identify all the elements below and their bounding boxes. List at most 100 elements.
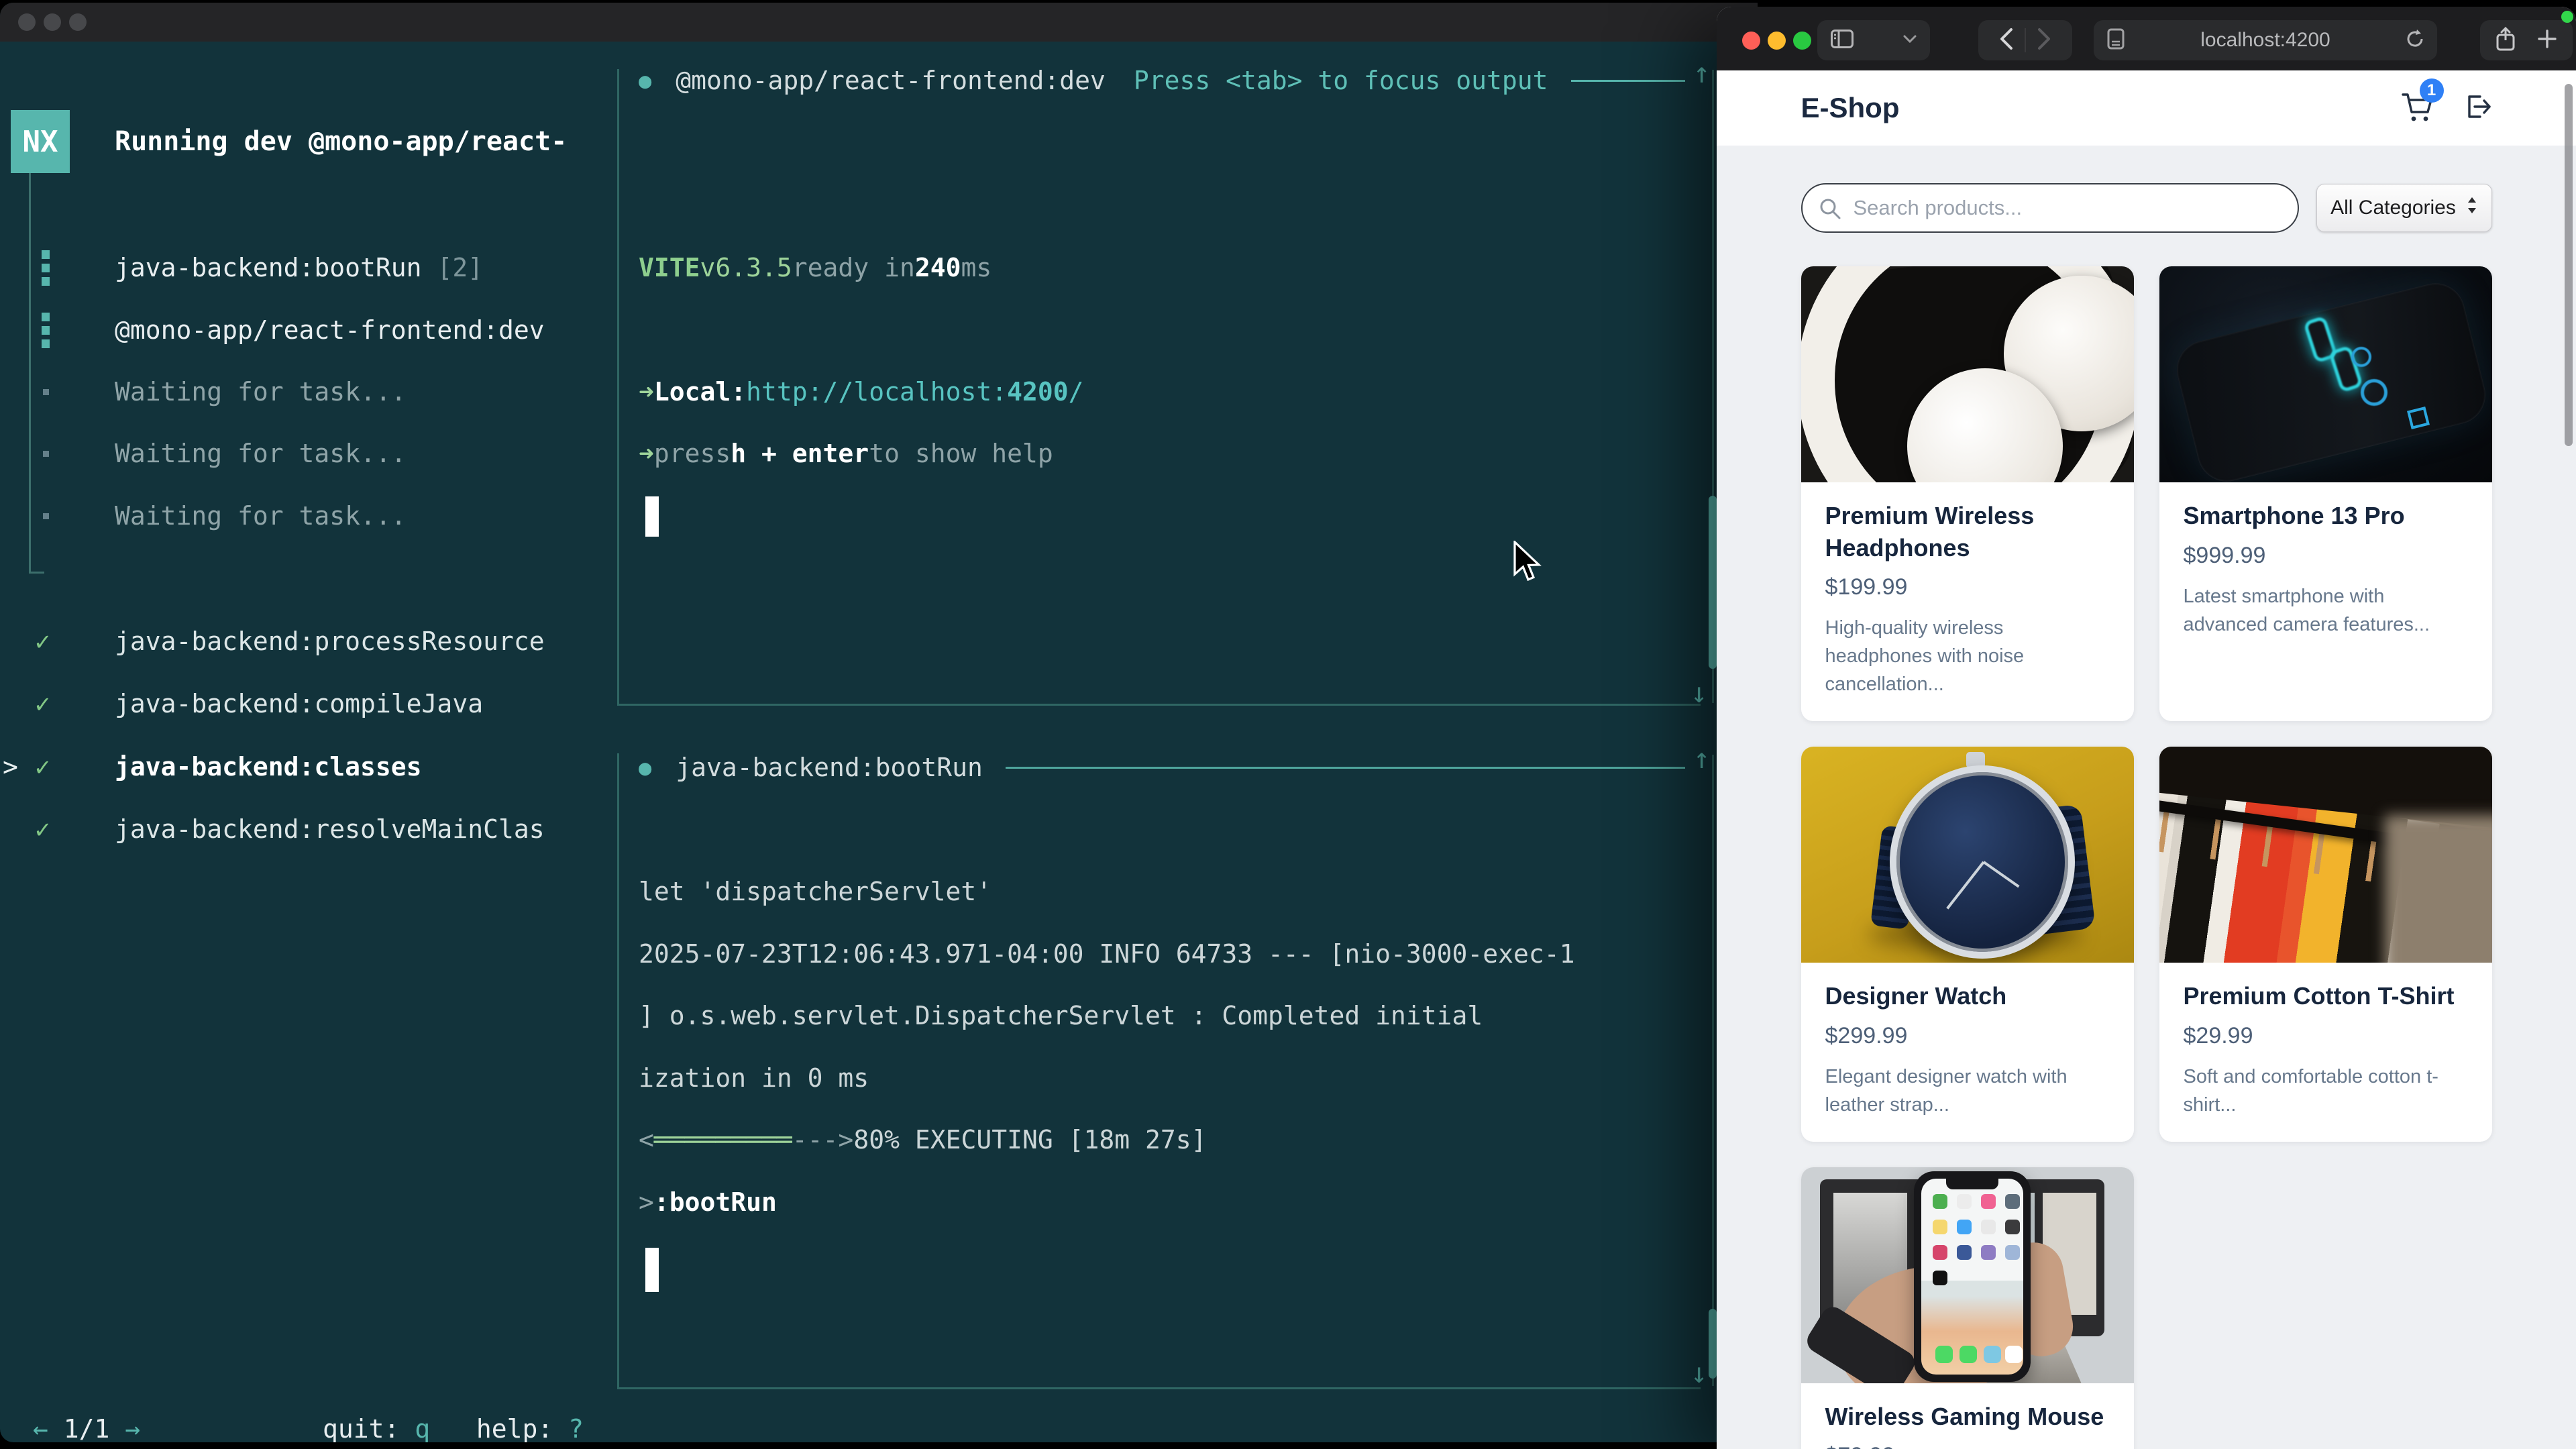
nav-button-group	[1978, 20, 2072, 60]
shop-header: E-Shop 1	[1717, 70, 2576, 146]
address-bar[interactable]: localhost:4200	[2094, 20, 2437, 60]
close-window-icon[interactable]	[1742, 32, 1760, 50]
close-window-icon[interactable]	[18, 13, 36, 31]
zoom-window-icon[interactable]	[1793, 32, 1811, 50]
task-row-compile-java[interactable]: ✓ java-backend:compileJava	[0, 673, 604, 735]
phone-icon-glow-shape	[2361, 379, 2387, 406]
task-spinner-icon	[42, 250, 50, 286]
status-green-dot	[2561, 11, 2573, 23]
product-name: Wireless Gaming Mouse	[1825, 1401, 2110, 1433]
output-panel-frontend-header: ● @mono-app/react-frontend:dev Press <ta…	[639, 50, 1685, 111]
action-button-group	[2480, 20, 2573, 60]
product-description: High-quality wireless headphones with no…	[1825, 614, 2110, 698]
sidebar-icon[interactable]	[1831, 30, 1854, 52]
terminal-titlebar[interactable]	[0, 3, 1758, 42]
browser-window: localhost:4200 E-Shop	[1717, 7, 2576, 1449]
scrollbar-track[interactable]	[1712, 755, 1714, 1386]
dock-icons-shape	[1935, 1346, 1953, 1363]
watch-face-shape	[1890, 765, 2075, 959]
gradle-task-line: > :bootRun	[639, 1171, 777, 1233]
product-name: Premium Wireless Headphones	[1825, 500, 2110, 564]
product-card-watch[interactable]: Designer Watch $299.99 Elegant designer …	[1801, 747, 2134, 1142]
shop-title: E-Shop	[1801, 92, 1900, 124]
check-icon: ✓	[35, 752, 50, 782]
task-row-classes-selected[interactable]: > ✓ java-backend:classes	[0, 736, 604, 798]
product-card-mouse[interactable]: Wireless Gaming Mouse $79.99 High-perfor…	[1801, 1167, 2134, 1449]
log-line: ] o.s.web.servlet.DispatcherServlet : Co…	[639, 985, 1483, 1046]
product-description: Latest smartphone with advanced camera f…	[2184, 582, 2468, 639]
product-image-tshirt	[2159, 747, 2492, 963]
product-card-smartphone[interactable]: Smartphone 13 Pro $999.99 Latest smartph…	[2159, 266, 2492, 721]
logout-icon[interactable]	[2461, 91, 2492, 125]
quit-key: q	[415, 1414, 430, 1442]
mouse-pointer-icon	[1511, 541, 1543, 588]
task-spinner-icon	[42, 313, 50, 348]
task-row-waiting-1: Waiting for task...	[0, 361, 604, 423]
arrow-icon: ➜	[639, 439, 654, 468]
scroll-down-icon[interactable]: ↓	[1690, 676, 1707, 709]
localhost-link[interactable]: http://localhost:	[746, 377, 1007, 407]
product-card-headphones[interactable]: Premium Wireless Headphones $199.99 High…	[1801, 266, 2134, 721]
product-price: $29.99	[2184, 1023, 2468, 1049]
minimize-window-icon[interactable]	[44, 13, 61, 31]
cart-button[interactable]: 1	[2401, 91, 2434, 126]
floor-shape	[2385, 815, 2492, 963]
terminal-footer: ← 1/1 → quit: q help: ?	[0, 1398, 584, 1442]
terminal-cursor	[645, 496, 659, 537]
task-row-waiting-3: Waiting for task...	[0, 485, 604, 547]
task-row-process-resource[interactable]: ✓ java-backend:processResource	[0, 610, 604, 672]
help-hint-line: ➜ press h + enter to show help	[639, 423, 1053, 484]
task-row-resolve-main-class[interactable]: ✓ java-backend:resolveMainClas	[0, 798, 604, 860]
forward-icon[interactable]	[2026, 28, 2062, 54]
task-row-bootrun[interactable]: java-backend:bootRun [2]	[0, 237, 604, 299]
pager: ← 1/1 →	[33, 1414, 140, 1442]
local-url-line: ➜ Local: http://localhost:4200/	[639, 361, 1084, 423]
product-image-watch	[1801, 747, 2134, 963]
check-icon: ✓	[35, 627, 50, 656]
desktop: NX Running dev @mono-app/react- java-bac…	[0, 0, 2576, 1449]
product-image-smartphone	[2159, 266, 2492, 482]
minimize-window-icon[interactable]	[1768, 32, 1786, 50]
nx-logo: NX	[11, 110, 70, 173]
log-line: let 'dispatcherServlet'	[639, 861, 991, 922]
new-tab-icon[interactable]	[2538, 30, 2557, 52]
product-name: Smartphone 13 Pro	[2184, 500, 2468, 532]
task-count-badge	[422, 253, 437, 282]
app-icons-shape	[1933, 1194, 1947, 1209]
header-rule	[1571, 80, 1685, 82]
scroll-up-icon[interactable]: ↑	[1693, 56, 1710, 89]
terminal-window: NX Running dev @mono-app/react- java-bac…	[0, 3, 1758, 1442]
scroll-down-icon[interactable]: ↓	[1690, 1356, 1707, 1389]
product-description: Elegant designer watch with leather stra…	[1825, 1063, 2110, 1119]
localhost-link-port[interactable]: 4200	[1007, 377, 1069, 407]
header-rule	[1006, 767, 1685, 769]
pager-prev-icon[interactable]: ←	[33, 1414, 48, 1442]
selection-pointer-icon: >	[3, 752, 18, 782]
product-price: $999.99	[2184, 543, 2468, 569]
reader-icon[interactable]	[2107, 28, 2125, 53]
share-icon[interactable]	[2496, 27, 2515, 54]
phone-body-shape	[2170, 277, 2491, 482]
reload-icon[interactable]	[2405, 28, 2425, 53]
sidebar-button-group	[1817, 20, 1930, 60]
task-row-frontend-dev[interactable]: @mono-app/react-frontend:dev	[0, 299, 604, 361]
progress-bar: ═════════	[654, 1125, 792, 1155]
waiting-dot-icon	[43, 513, 49, 519]
zoom-window-icon[interactable]	[69, 13, 87, 31]
search-input[interactable]	[1801, 183, 2299, 233]
pager-next-icon[interactable]: →	[125, 1414, 140, 1442]
product-card-tshirt[interactable]: Premium Cotton T-Shirt $29.99 Soft and c…	[2159, 747, 2492, 1142]
task-bullet-icon: ●	[639, 68, 651, 93]
browser-scrollbar-thumb[interactable]	[2565, 84, 2573, 446]
category-select[interactable]: All Categories	[2316, 184, 2492, 232]
back-icon[interactable]	[1988, 28, 2025, 54]
shop-page: All Categories	[1717, 146, 2576, 1449]
vite-ready-line: VITE v6.3.5 ready in 240 ms	[639, 237, 991, 299]
phone-notch-shape	[1946, 1179, 1998, 1189]
scroll-up-icon[interactable]: ↑	[1693, 742, 1710, 775]
gradle-progress-line: <═════════---> 80% EXECUTING [18m 27s]	[639, 1109, 1207, 1171]
scrollbar-thumb[interactable]	[1709, 496, 1717, 669]
chevron-down-icon[interactable]	[1903, 34, 1917, 46]
arrow-icon: ➜	[639, 377, 654, 407]
scrollbar-thumb[interactable]	[1709, 1309, 1717, 1379]
